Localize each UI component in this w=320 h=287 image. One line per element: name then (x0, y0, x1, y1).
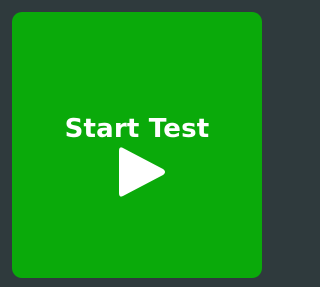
start-test-button[interactable]: Start Test (12, 12, 262, 278)
play-icon (119, 147, 165, 197)
tile-frame: Start Test (0, 0, 273, 287)
start-test-label: Start Test (64, 114, 210, 144)
